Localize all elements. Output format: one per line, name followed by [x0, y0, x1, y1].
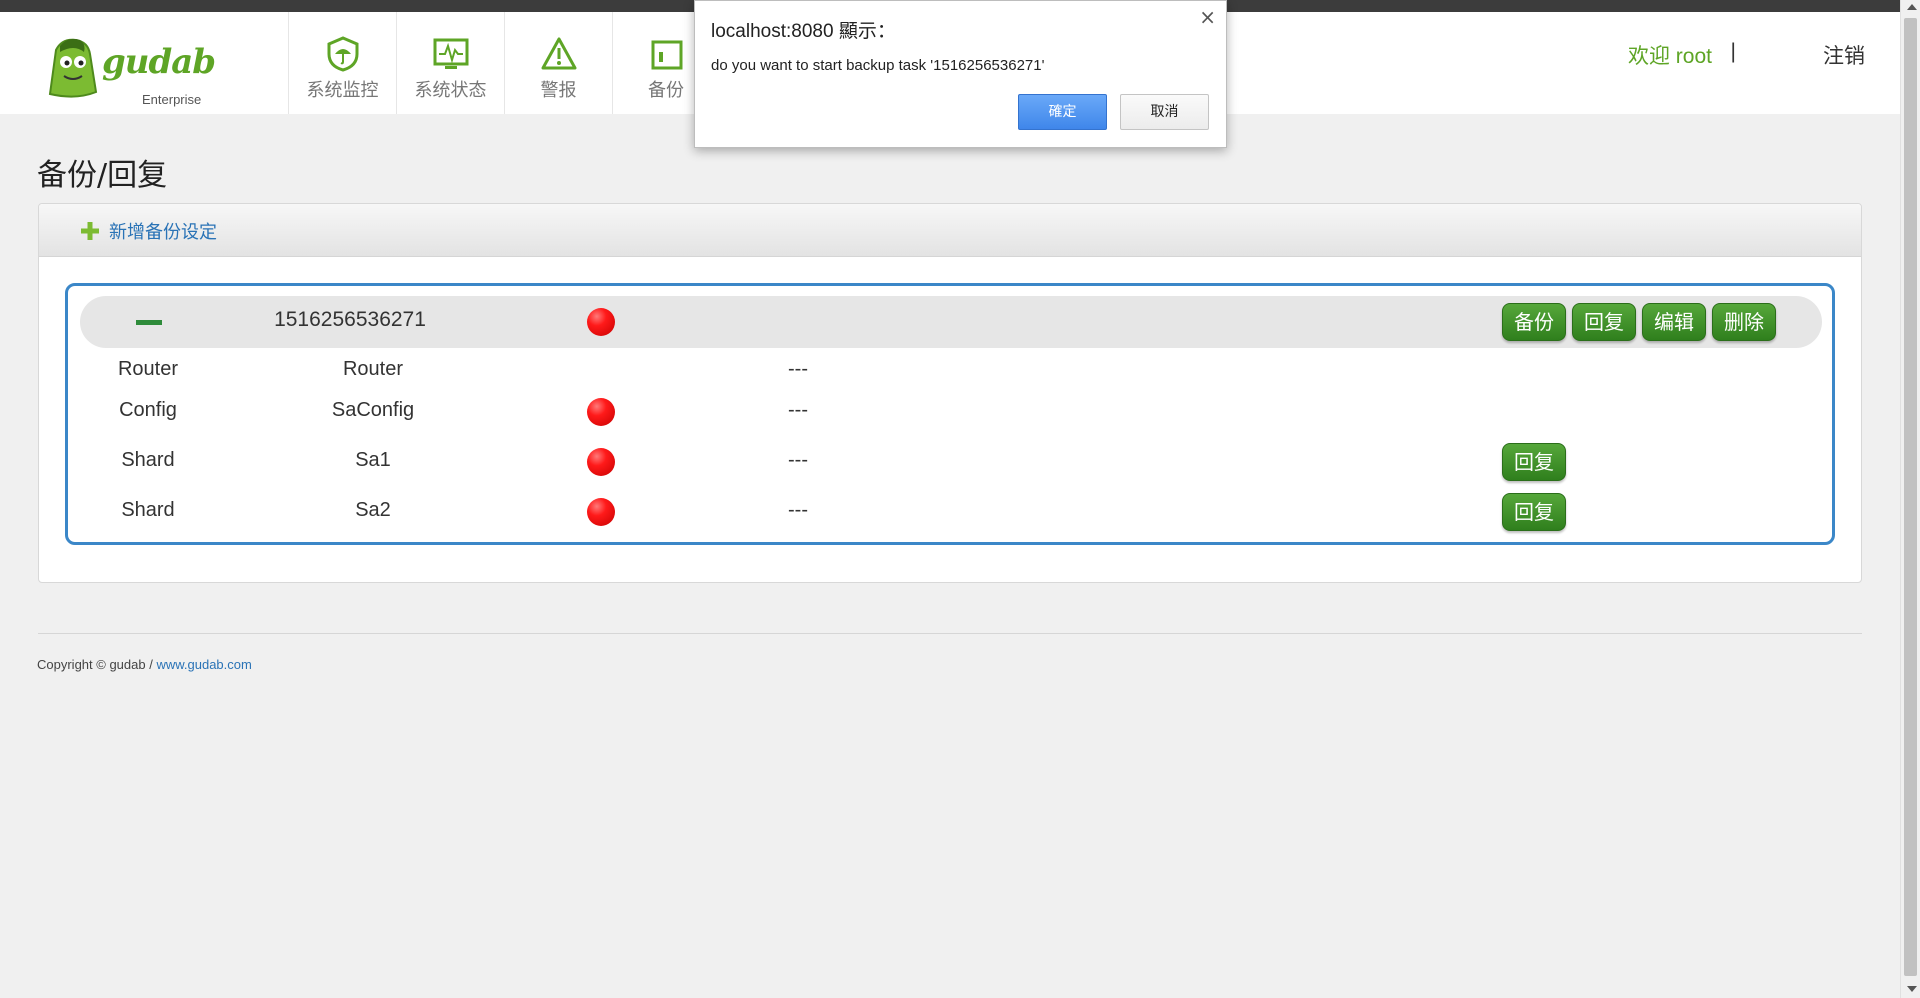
- panel-header: 新增备份设定: [39, 204, 1861, 257]
- scroll-up-arrow-icon[interactable]: [1907, 4, 1917, 10]
- umbrella-shield-icon: [327, 36, 359, 72]
- welcome-user: 欢迎 root: [1627, 45, 1712, 68]
- task-id: 1516256536271: [274, 308, 426, 331]
- dialog-message: do you want to start backup task '151625…: [711, 57, 1045, 74]
- node-type: Shard: [121, 449, 175, 471]
- backup-task-card: 1516256536271 备份 回复 编辑 删除 Router Router …: [65, 283, 1835, 545]
- confirm-dialog: localhost:8080 顯示： × do you want to star…: [694, 0, 1227, 148]
- node-name: Sa2: [355, 499, 391, 521]
- add-backup-label: 新增备份设定: [109, 222, 217, 243]
- add-backup-link[interactable]: 新增备份设定: [81, 218, 217, 244]
- main-nav: 系统监控 系统状态 警报 备份: [288, 12, 720, 114]
- nav-item-alerts[interactable]: 警报: [504, 12, 612, 114]
- node-name: Sa1: [355, 449, 391, 471]
- nav-label: 系统状态: [414, 80, 487, 101]
- node-name: Router: [342, 358, 404, 380]
- copyright: Copyright © gudab / www.gudab.com: [37, 657, 252, 672]
- node-status-dot: [587, 398, 615, 426]
- header-separator: |: [1730, 40, 1736, 63]
- nav-label: 系统监控: [306, 80, 379, 101]
- collapse-icon[interactable]: [136, 320, 162, 325]
- scroll-down-arrow-icon[interactable]: [1907, 986, 1917, 992]
- cancel-button[interactable]: 取消: [1120, 94, 1209, 130]
- dialog-title: localhost:8080 顯示：: [711, 21, 896, 42]
- gudab-mascot-icon: [48, 38, 98, 98]
- node-status: ---: [788, 499, 808, 521]
- logo[interactable]: gudab Enterprise: [46, 30, 216, 108]
- node-name: SaConfig: [331, 399, 415, 421]
- edit-button[interactable]: 编辑: [1642, 303, 1706, 341]
- ok-button[interactable]: 確定: [1018, 94, 1107, 130]
- delete-button[interactable]: 删除: [1712, 303, 1776, 341]
- node-status: ---: [788, 399, 808, 421]
- node-status-dot: [587, 448, 615, 476]
- node-restore-button[interactable]: 回复: [1502, 443, 1566, 481]
- node-type: Config: [119, 399, 177, 421]
- logout-link[interactable]: 注销: [1823, 40, 1865, 70]
- warning-triangle-icon: [541, 37, 577, 70]
- task-header-row: 1516256536271 备份 回复 编辑 删除: [80, 296, 1822, 348]
- footer-website-link[interactable]: www.gudab.com: [156, 657, 251, 672]
- backup-button[interactable]: 备份: [1502, 303, 1566, 341]
- logo-text: gudab: [102, 42, 216, 82]
- backup-panel: 新增备份设定 1516256536271 备份 回复 编辑 删除 Router …: [38, 203, 1862, 583]
- page-title: 备份/回复: [37, 158, 168, 193]
- node-status: ---: [788, 449, 808, 471]
- node-type: Shard: [121, 499, 175, 521]
- nav-label: 警报: [540, 80, 577, 101]
- close-icon[interactable]: ×: [1199, 5, 1216, 29]
- scroll-thumb[interactable]: [1904, 18, 1917, 976]
- copyright-text: Copyright © gudab /: [37, 657, 153, 672]
- monitor-pulse-icon: [433, 38, 469, 69]
- vertical-scrollbar[interactable]: [1900, 0, 1920, 998]
- restore-button[interactable]: 回复: [1572, 303, 1636, 341]
- node-status: ---: [788, 358, 808, 380]
- plus-icon: [81, 222, 99, 240]
- node-type: Router: [117, 358, 179, 380]
- nav-item-system-monitor[interactable]: 系统监控: [288, 12, 396, 114]
- node-status-dot: [587, 498, 615, 526]
- task-status-dot: [587, 308, 615, 336]
- nav-item-system-status[interactable]: 系统状态: [396, 12, 504, 114]
- node-restore-button[interactable]: 回复: [1502, 493, 1566, 531]
- backup-icon: [651, 40, 683, 70]
- footer-divider: [38, 633, 1862, 634]
- logo-subtitle: Enterprise: [142, 92, 202, 107]
